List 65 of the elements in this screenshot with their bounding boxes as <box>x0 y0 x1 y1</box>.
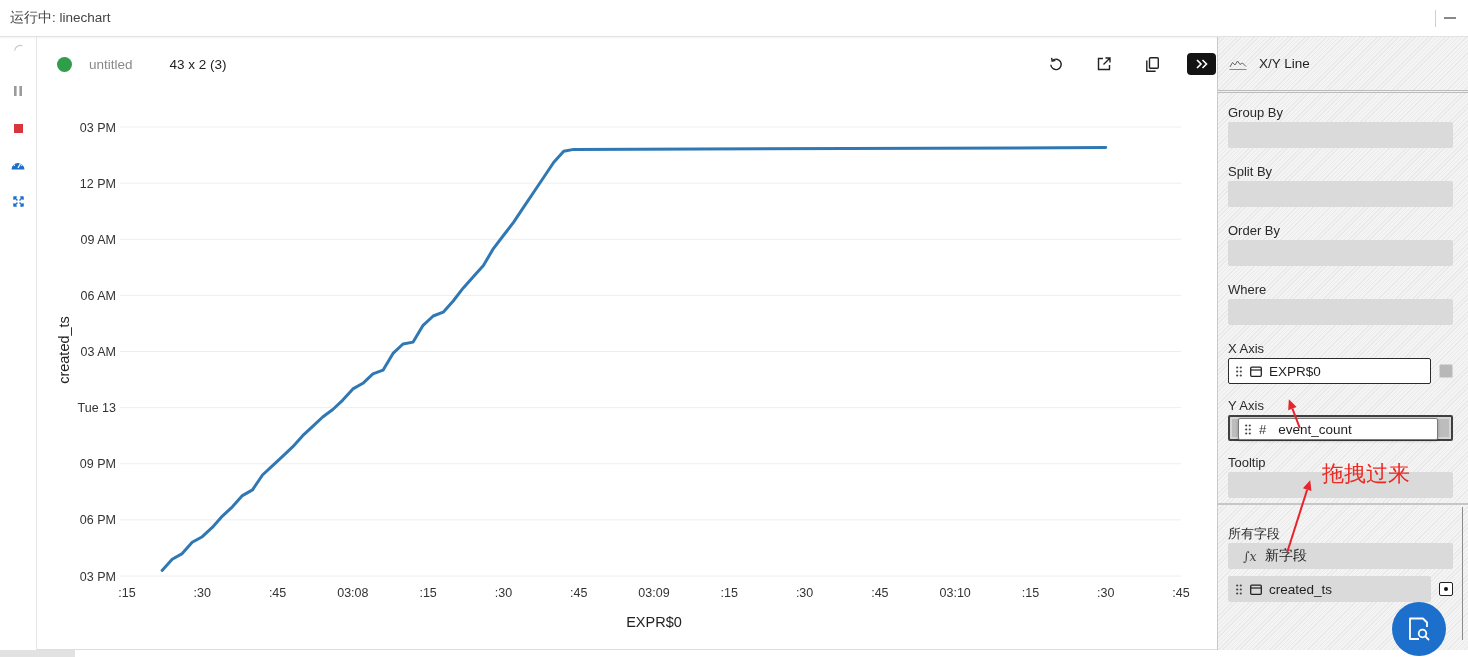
section-label: Group By <box>1228 104 1283 122</box>
drag-handle-icon[interactable] <box>1245 423 1251 435</box>
y-tick-label: 03 AM <box>80 345 116 359</box>
section-label: Where <box>1228 281 1267 299</box>
refresh-icon[interactable] <box>1049 57 1063 71</box>
x-tick-label: :30 <box>193 586 211 600</box>
status-dot-icon <box>57 56 72 72</box>
drop-zone[interactable]: # event_count <box>1228 415 1453 441</box>
y-tick-label: 06 AM <box>80 288 116 303</box>
x-tick-label: :30 <box>795 586 814 600</box>
x-tick-label: :30 <box>494 586 513 600</box>
double-chevron-icon <box>1195 59 1208 69</box>
x-tick-label: :45 <box>268 586 287 600</box>
y-axis-title: created_ts <box>56 316 72 384</box>
pause-icon[interactable] <box>14 86 22 96</box>
dragged-field[interactable]: # event_count <box>1238 418 1438 440</box>
section-label: X Axis <box>1228 340 1265 358</box>
formula-icon: ∫x <box>1243 548 1257 564</box>
calendar-icon <box>1250 365 1262 377</box>
y-tick-label: 12 PM <box>79 176 116 191</box>
section-label: 所有字段 <box>1228 525 1280 543</box>
y-tick-label: Tue 13 <box>77 401 116 416</box>
spinner-icon <box>13 45 23 51</box>
x-tick-label: 03:10 <box>939 586 971 600</box>
section-label: Order By <box>1228 222 1280 240</box>
y-tick-label: 03 PM <box>79 120 116 135</box>
x-tick-label: :15 <box>419 586 437 600</box>
drag-handle-icon[interactable] <box>1236 365 1242 377</box>
section-label: Y Axis <box>1228 397 1264 415</box>
x-tick-label: :30 <box>1097 586 1115 600</box>
collapse-button[interactable] <box>1187 53 1216 75</box>
field-toggle[interactable] <box>1439 582 1453 596</box>
x-tick-label: :45 <box>570 586 588 600</box>
external-link-icon[interactable] <box>1097 57 1111 71</box>
minimize-icon <box>1444 17 1456 19</box>
calendar-icon <box>1250 583 1262 595</box>
field-item[interactable]: EXPR$0 <box>1228 358 1431 384</box>
dimensions-label: 43 x 2 (3) <box>169 56 227 72</box>
field-item[interactable]: ∫x 新字段 <box>1228 543 1453 569</box>
annotation-text: 拖拽过来 <box>1322 463 1410 485</box>
y-tick-label: 09 PM <box>79 457 116 472</box>
x-tick-label: :45 <box>1172 586 1190 600</box>
view-name: untitled <box>89 56 133 72</box>
document-search-icon <box>1408 617 1430 641</box>
y-tick-label: 09 AM <box>80 232 116 247</box>
scrollbar-thumb[interactable] <box>0 650 75 657</box>
x-tick-label: 03:08 <box>337 586 369 600</box>
x-tick-label: 03:09 <box>638 586 670 600</box>
copy-icon[interactable] <box>1145 56 1159 72</box>
corner-arrows-icon[interactable] <box>12 195 24 207</box>
x-tick-label: :15 <box>720 586 738 600</box>
window-title: 运行中: linechart <box>10 9 111 27</box>
x-tick-label: :15 <box>1021 586 1040 600</box>
x-tick-label: :15 <box>118 586 136 600</box>
number-type-icon: # <box>1259 421 1267 437</box>
drag-handle-icon[interactable] <box>1236 583 1242 595</box>
x-axis-title: EXPR$0 <box>626 614 682 630</box>
section-label: Tooltip <box>1228 454 1266 472</box>
chart-type-selector[interactable]: X/Y Line <box>1259 56 1310 71</box>
section-label: Split By <box>1228 163 1273 181</box>
stop-icon[interactable] <box>13 123 23 133</box>
y-tick-label: 03 PM <box>79 569 116 584</box>
y-tick-label: 06 PM <box>79 513 116 528</box>
field-item[interactable]: created_ts <box>1228 576 1431 602</box>
x-tick-label: :45 <box>871 586 889 600</box>
